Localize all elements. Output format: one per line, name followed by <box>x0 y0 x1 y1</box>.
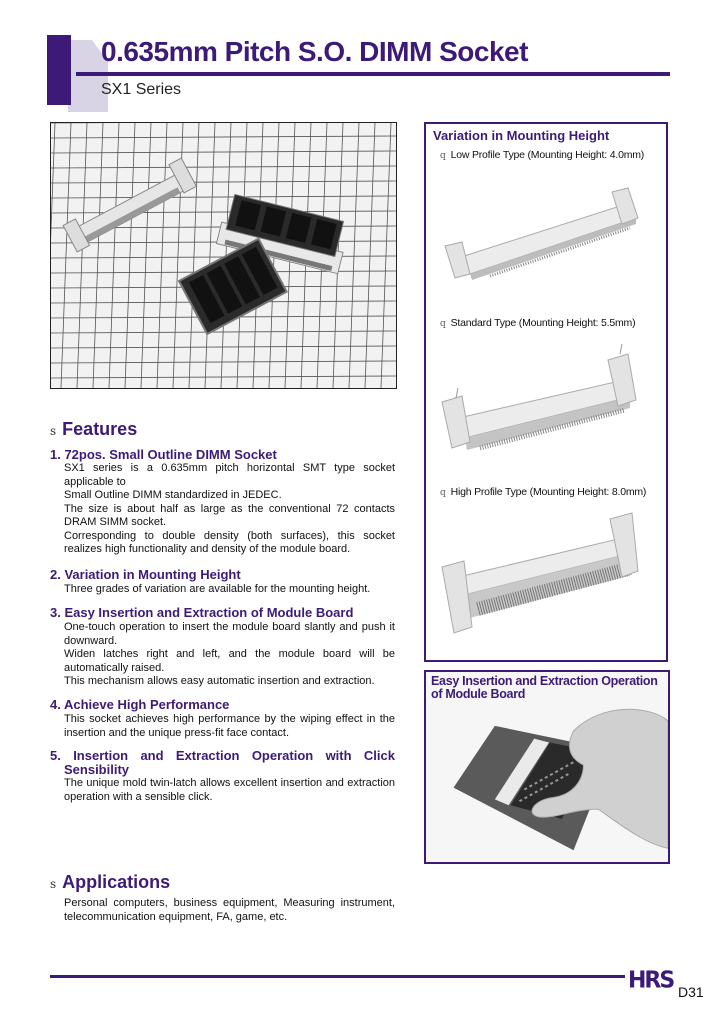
variation-item-standard: q Standard Type (Mounting Height: 5.5mm) <box>440 317 636 329</box>
bullet-icon: q <box>440 488 446 498</box>
feature-2-title: 2. Variation in Mounting Height <box>50 567 241 582</box>
hrs-logo: HRS <box>628 967 675 994</box>
footer-divider <box>50 975 625 978</box>
feature-5-title-line2: Sensibility <box>64 762 130 777</box>
low-profile-connector-image <box>444 187 639 280</box>
variation-item-high-profile: q High Profile Type (Mounting Height: 8.0… <box>440 486 646 498</box>
features-heading-text: Features <box>62 419 138 439</box>
feature-paragraph: One-touch operation to insert the module… <box>64 621 395 647</box>
feature-3-body: One-touch operation to insert the module… <box>64 621 395 689</box>
insertion-operation-panel: Easy Insertion and Extraction Operation … <box>424 670 670 864</box>
feature-2-body: Three grades of variation are available … <box>64 583 395 597</box>
feature-4-title: 4. Achieve High Performance <box>50 697 230 712</box>
insertion-panel-title: Easy Insertion and Extraction Operation … <box>431 674 658 701</box>
feature-paragraph: This mechanism allows easy automatic ins… <box>64 675 375 687</box>
feature-1-body: SX1 series is a 0.635mm pitch horizontal… <box>64 462 395 557</box>
variation-item-low-profile: q Low Profile Type (Mounting Height: 4.0m… <box>440 149 644 161</box>
series-subtitle: SX1 Series <box>101 81 182 98</box>
feature-5-title: 5. Insertion and Extraction Operation wi… <box>50 749 395 777</box>
variation-panel-title: Variation in Mounting Height <box>433 128 610 143</box>
page-title: 0.635mm Pitch S.O. DIMM Socket <box>101 36 528 67</box>
feature-paragraph: This socket achieves high performance by… <box>64 713 395 739</box>
high-profile-connector-image <box>441 512 639 634</box>
page-number: D31 <box>678 984 704 1000</box>
product-photo-graphic <box>51 123 396 388</box>
variation-label: Standard Type (Mounting Height: 5.5mm) <box>450 317 636 329</box>
standard-connector-image <box>441 343 637 451</box>
feature-5-title-line1: 5. Insertion and Extraction Operation wi… <box>50 748 395 763</box>
applications-body: Personal computers, business equipment, … <box>64 897 395 923</box>
features-heading: s Features <box>50 419 137 440</box>
section-bullet-icon: s <box>50 877 57 891</box>
applications-heading: s Applications <box>50 872 170 893</box>
feature-paragraph: SX1 series is a 0.635mm pitch horizontal… <box>64 462 395 488</box>
product-photo <box>50 122 397 389</box>
applications-heading-text: Applications <box>62 872 171 892</box>
feature-1-title: 1. 72pos. Small Outline DIMM Socket <box>50 447 277 462</box>
section-bullet-icon: s <box>50 424 57 438</box>
header-accent-bar <box>47 35 71 105</box>
bullet-icon: q <box>440 151 446 161</box>
feature-paragraph: Three grades of variation are available … <box>64 583 371 595</box>
variation-label: High Profile Type (Mounting Height: 8.0m… <box>450 486 647 498</box>
feature-paragraph: The size is about half as large as the c… <box>64 502 395 529</box>
bullet-icon: q <box>440 319 446 329</box>
feature-3-title: 3. Easy Insertion and Extraction of Modu… <box>50 605 354 620</box>
variation-label: Low Profile Type (Mounting Height: 4.0mm… <box>450 149 645 161</box>
feature-4-body: This socket achieves high performance by… <box>64 713 395 740</box>
feature-paragraph: Small Outline DIMM standardized in JEDEC… <box>64 489 282 501</box>
feature-paragraph: The unique mold twin-latch allows excell… <box>64 777 395 803</box>
mounting-height-variation-panel: Variation in Mounting Height q Low Profil… <box>424 122 668 662</box>
feature-paragraph: Corresponding to double density (both su… <box>64 529 395 556</box>
feature-paragraph: Widen latches right and left, and the mo… <box>64 648 395 674</box>
feature-5-body: The unique mold twin-latch allows excell… <box>64 777 395 804</box>
title-divider <box>76 72 670 76</box>
